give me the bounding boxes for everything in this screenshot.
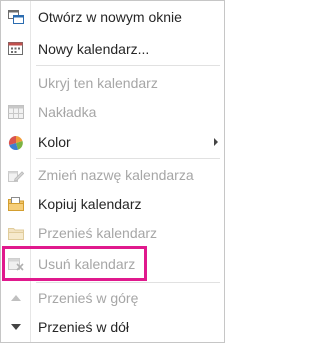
menu-item-label: Nowy kalendarz...	[38, 41, 150, 57]
submenu-arrow-icon	[214, 138, 218, 146]
menu-item-copy-calendar[interactable]: Kopiuj kalendarz	[1, 189, 224, 219]
menu-item-label: Przenieś kalendarz	[38, 225, 158, 241]
menu-item-move-calendar[interactable]: Przenieś kalendarz	[1, 218, 224, 248]
new-window-icon	[8, 10, 24, 24]
menu-item-label: Usuń kalendarz	[38, 256, 136, 272]
menu-item-label: Zmień nazwę kalendarza	[38, 167, 194, 183]
move-icon	[8, 226, 24, 240]
move-up-icon	[8, 291, 24, 305]
copy-icon	[8, 197, 24, 211]
menu-item-label: Kolor	[38, 134, 71, 150]
menu-item-move-up[interactable]: Przenieś w górę	[1, 283, 224, 313]
menu-item-delete-calendar[interactable]: Usuń kalendarz	[1, 249, 224, 279]
overlay-icon	[8, 105, 24, 119]
menu-item-label: Nakładka	[38, 104, 97, 120]
menu-item-hide-calendar[interactable]: Ukryj ten kalendarz	[1, 68, 224, 98]
menu-item-move-down[interactable]: Przenieś w dół	[1, 312, 224, 342]
context-menu: Otwórz w nowym oknie Nowy kalendarz... U…	[0, 0, 225, 343]
menu-item-label: Ukryj ten kalendarz	[38, 75, 158, 91]
menu-item-overlay[interactable]: Nakładka	[1, 97, 224, 127]
menu-item-label: Przenieś w górę	[38, 290, 139, 306]
move-down-icon	[8, 320, 24, 334]
menu-item-rename-calendar[interactable]: Zmień nazwę kalendarza	[1, 160, 224, 190]
menu-item-open-new-window[interactable]: Otwórz w nowym oknie	[1, 2, 224, 32]
menu-item-color[interactable]: Kolor	[1, 127, 224, 157]
menu-item-label: Kopiuj kalendarz	[38, 196, 142, 212]
menu-separator	[36, 158, 220, 159]
rename-icon	[8, 168, 25, 182]
menu-item-label: Otwórz w nowym oknie	[38, 9, 182, 25]
menu-separator	[36, 65, 220, 66]
delete-icon	[8, 257, 24, 271]
menu-item-new-calendar[interactable]: Nowy kalendarz...	[1, 34, 224, 64]
new-calendar-icon	[8, 42, 24, 56]
menu-item-label: Przenieś w dół	[38, 319, 130, 335]
color-icon	[8, 135, 24, 151]
